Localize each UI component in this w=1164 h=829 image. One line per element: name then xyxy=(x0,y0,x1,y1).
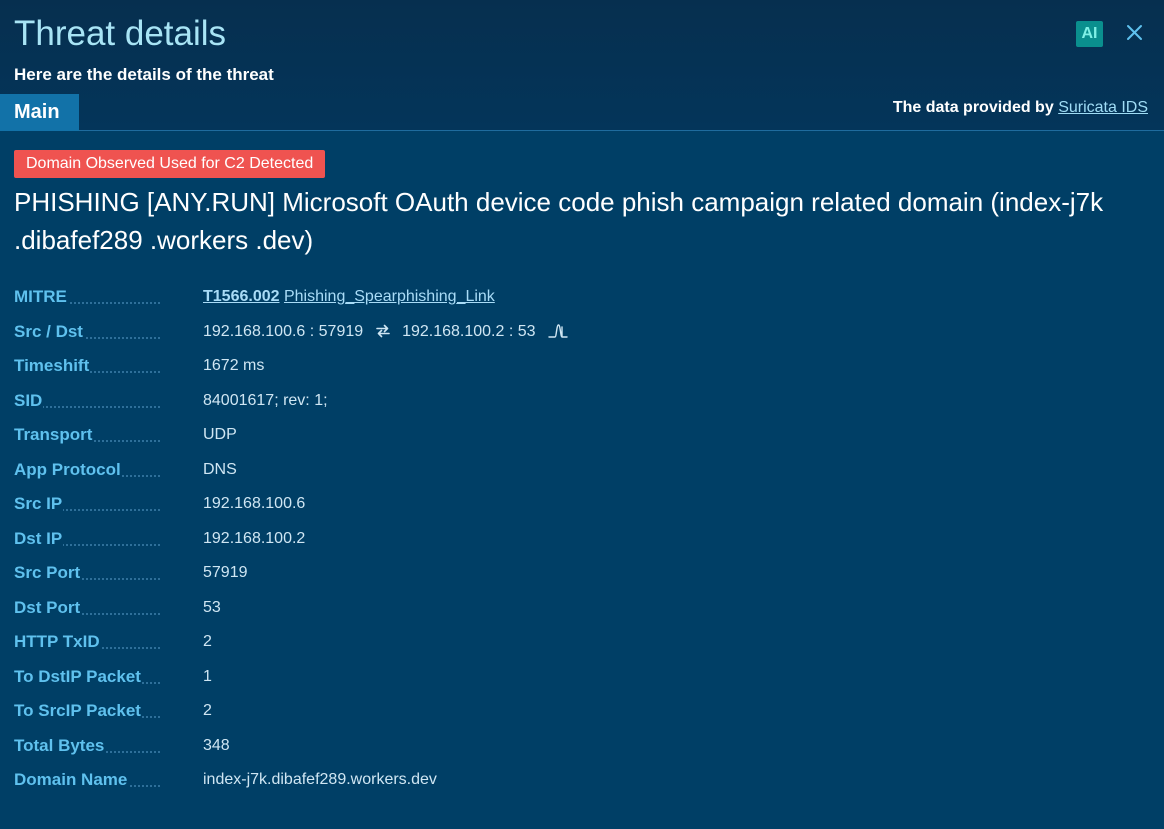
total-bytes-value: 348 xyxy=(203,736,230,754)
detail-label: SID xyxy=(14,390,160,412)
detail-row-http-txid: HTTP TxID 2 xyxy=(14,627,1150,662)
detail-row-mitre: MITRE T1566.002 Phishing_Spearphishing_L… xyxy=(14,282,1150,317)
detail-row-to-srcip-packet: To SrcIP Packet 2 xyxy=(14,696,1150,731)
detail-label: Src IP xyxy=(14,493,160,515)
http-txid-value: 2 xyxy=(203,633,212,650)
detail-row-dst-port: Dst Port 53 xyxy=(14,593,1150,628)
close-button[interactable] xyxy=(1123,20,1147,46)
threat-category-badge: Domain Observed Used for C2 Detected xyxy=(14,150,326,178)
to-dstip-packet-value: 1 xyxy=(203,667,212,685)
src-endpoint: 192.168.100.6 : 57919 xyxy=(203,322,364,340)
detail-label: HTTP TxID xyxy=(14,631,160,653)
dst-port-value: 53 xyxy=(203,598,221,616)
detail-label: Src Port xyxy=(14,562,160,584)
modal-header: Threat details Here are the details of t… xyxy=(0,0,1164,131)
detail-label: Dst Port xyxy=(14,597,160,619)
sid-value: 84001617; rev: 1; xyxy=(203,391,328,409)
detail-row-sid: SID 84001617; rev: 1; xyxy=(14,386,1150,421)
detail-label: Total Bytes xyxy=(14,735,160,757)
swap-arrows-icon xyxy=(375,324,390,338)
detail-label: Src / Dst xyxy=(14,321,160,343)
close-icon xyxy=(1127,25,1142,40)
detail-label: Domain Name xyxy=(14,769,160,791)
detail-label: To DstIP Packet xyxy=(14,666,160,688)
ai-button[interactable]: AI xyxy=(1076,21,1103,47)
src-ip-value: 192.168.100.6 xyxy=(203,495,306,512)
detail-row-timeshift: Timeshift 1672 ms xyxy=(14,351,1150,386)
app-protocol-value: DNS xyxy=(203,460,237,478)
page-title: Threat details xyxy=(14,14,227,53)
detail-row-dst-ip: Dst IP 192.168.100.2 xyxy=(14,524,1150,559)
domain-name-value: index-j7k.dibafef289.workers.dev xyxy=(203,771,437,788)
detail-row-to-dstip-packet: To DstIP Packet 1 xyxy=(14,662,1150,697)
threat-title: PHISHING [ANY.RUN] Microsoft OAuth devic… xyxy=(14,187,1104,255)
src-dst-value: 192.168.100.6 : 57919 192.168.100.2 : 53 xyxy=(203,321,576,343)
provider-prefix: The data provided by xyxy=(892,99,1054,116)
detail-label: App Protocol xyxy=(14,459,160,481)
dst-ip-value: 192.168.100.2 xyxy=(203,529,306,547)
detail-label: Transport xyxy=(14,424,160,446)
transport-value: UDP xyxy=(203,426,237,443)
detail-label: MITRE xyxy=(14,286,160,308)
detail-row-src-dst: Src / Dst 192.168.100.6 : 57919 192.168.… xyxy=(14,317,1150,352)
detail-row-src-ip: Src IP 192.168.100.6 xyxy=(14,489,1150,524)
page-subtitle: Here are the details of the threat xyxy=(14,65,274,84)
to-srcip-packet-value: 2 xyxy=(203,702,212,719)
provider-link[interactable]: Suricata IDS xyxy=(1058,99,1148,116)
detail-label: Timeshift xyxy=(14,355,160,377)
mitre-technique-name[interactable]: Phishing_Spearphishing_Link xyxy=(284,288,495,305)
detail-row-src-port: Src Port 57919 xyxy=(14,558,1150,593)
data-provider: The data provided by Suricata IDS xyxy=(893,97,1148,118)
mitre-value: T1566.002 Phishing_Spearphishing_Link xyxy=(203,286,495,308)
timeshift-value: 1672 ms xyxy=(203,357,265,374)
threat-details-list: MITRE T1566.002 Phishing_Spearphishing_L… xyxy=(14,282,1150,800)
src-port-value: 57919 xyxy=(203,564,248,581)
detail-row-transport: Transport UDP xyxy=(14,420,1150,455)
detail-label: To SrcIP Packet xyxy=(14,700,160,722)
signal-pulse-icon xyxy=(548,324,568,338)
dst-endpoint: 192.168.100.2 : 53 xyxy=(402,322,536,340)
detail-row-domain-name: Domain Name index-j7k.dibafef289.workers… xyxy=(14,765,1150,800)
mitre-technique-link[interactable]: T1566.002 xyxy=(203,288,280,305)
detail-row-total-bytes: Total Bytes 348 xyxy=(14,731,1150,766)
detail-row-app-protocol: App Protocol DNS xyxy=(14,455,1150,490)
detail-label: Dst IP xyxy=(14,528,160,550)
tab-main[interactable]: Main xyxy=(0,94,79,131)
